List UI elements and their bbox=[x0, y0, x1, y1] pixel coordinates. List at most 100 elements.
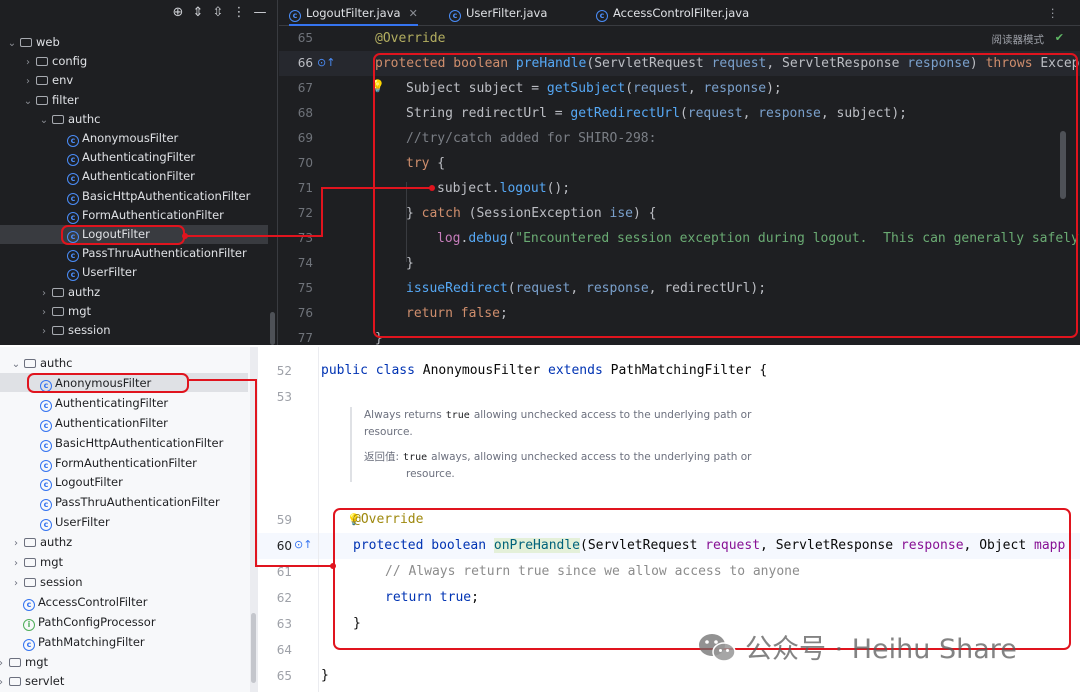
tree-item-label: PathMatchingFilter bbox=[38, 634, 145, 649]
tree-item[interactable]: c BasicHttpAuthenticationFilter bbox=[40, 434, 223, 453]
class-icon: c bbox=[67, 211, 79, 224]
tree-folder[interactable]: ⌄ web bbox=[6, 33, 60, 52]
tree-folder[interactable]: › servlet bbox=[0, 672, 64, 691]
tree-folder[interactable]: › config bbox=[22, 52, 87, 71]
class-icon: c bbox=[40, 439, 52, 452]
tree-item[interactable]: c UserFilter bbox=[67, 263, 137, 282]
tree-folder[interactable]: ⌄ filter bbox=[22, 91, 79, 110]
tree-folder[interactable]: ⌄ authc bbox=[10, 354, 73, 374]
interface-icon: i bbox=[23, 618, 35, 631]
line-number: 65 bbox=[276, 669, 292, 683]
tree-item[interactable]: c AnonymousFilter bbox=[67, 129, 178, 148]
tree-folder[interactable]: › mgt bbox=[38, 302, 91, 321]
tree-item[interactable]: c PathMatchingFilter bbox=[23, 633, 145, 652]
line-number: 77 bbox=[297, 331, 313, 345]
tree-item[interactable]: c PassThruAuthenticationFilter bbox=[40, 493, 220, 512]
line-number: 67 bbox=[297, 81, 313, 95]
tree-folder[interactable]: › authz bbox=[38, 283, 100, 302]
tab-accesscontrolfilter[interactable]: c AccessControlFilter.java bbox=[596, 0, 749, 26]
more-tabs-icon[interactable]: ⋮ bbox=[1047, 0, 1059, 26]
class-icon: c bbox=[40, 519, 52, 532]
folder-icon bbox=[52, 306, 64, 316]
line-number: 63 bbox=[276, 617, 292, 631]
tree-item[interactable]: c UserFilter bbox=[40, 513, 110, 532]
chevron-down-icon[interactable]: ⌄ bbox=[22, 92, 34, 111]
class-icon: c bbox=[40, 499, 52, 512]
tree-item-label: FormAuthenticationFilter bbox=[82, 207, 224, 222]
folder-icon bbox=[9, 657, 21, 667]
highlight-box-logoutfilter bbox=[61, 225, 185, 245]
tree-scrollbar[interactable] bbox=[270, 312, 275, 345]
chevron-right-icon[interactable]: › bbox=[0, 673, 7, 692]
tree-folder[interactable]: › env bbox=[22, 71, 73, 90]
chevron-right-icon[interactable]: › bbox=[0, 654, 7, 673]
chevron-right-icon[interactable]: › bbox=[38, 284, 50, 303]
tree-scrollbar[interactable] bbox=[251, 613, 256, 683]
chevron-right-icon[interactable]: › bbox=[10, 574, 22, 593]
tab-logoutfilter[interactable]: c LogoutFilter.java ✕ bbox=[289, 0, 418, 26]
tree-item-label: AccessControlFilter bbox=[38, 594, 148, 609]
tree-item[interactable]: c PassThruAuthenticationFilter bbox=[67, 244, 247, 263]
tree-folder[interactable]: › mgt bbox=[0, 653, 48, 672]
tree-item[interactable]: i PathConfigProcessor bbox=[23, 613, 156, 632]
class-icon: c bbox=[67, 250, 79, 263]
collapse-all-icon[interactable]: ⇳ bbox=[210, 5, 226, 21]
line-number: 69 bbox=[297, 131, 313, 145]
options-icon[interactable]: ⋮ bbox=[231, 5, 247, 21]
tree-folder[interactable]: › session bbox=[10, 573, 83, 592]
tab-userfilter[interactable]: c UserFilter.java bbox=[449, 0, 547, 26]
divider bbox=[277, 0, 278, 345]
locate-icon[interactable]: ⊕ bbox=[170, 5, 186, 21]
tree-item-label: AuthenticationFilter bbox=[55, 415, 168, 430]
chevron-right-icon[interactable]: › bbox=[22, 53, 34, 72]
line-number: 75 bbox=[297, 281, 313, 295]
folder-icon bbox=[9, 677, 21, 687]
chevron-down-icon[interactable]: ⌄ bbox=[38, 111, 50, 130]
close-icon[interactable]: ✕ bbox=[409, 7, 418, 20]
project-tree-bottom: ⌄ authc c AnonymousFilter c AuthenticatingFil… bbox=[0, 347, 258, 692]
chevron-down-icon[interactable]: ⌄ bbox=[6, 34, 18, 53]
line-number: 73 bbox=[297, 231, 313, 245]
reader-mode-label[interactable]: 阅读器模式 bbox=[992, 32, 1045, 47]
override-gutter-icon[interactable]: ⊙↑ bbox=[317, 56, 335, 69]
class-icon: c bbox=[449, 10, 461, 22]
expand-all-icon[interactable]: ⇕ bbox=[190, 5, 206, 21]
hide-icon[interactable]: — bbox=[252, 5, 268, 21]
tree-item-label: PassThruAuthenticationFilter bbox=[82, 246, 247, 261]
chevron-right-icon[interactable]: › bbox=[38, 322, 50, 341]
tree-folder[interactable]: › authz bbox=[10, 533, 72, 552]
chevron-right-icon[interactable]: › bbox=[22, 72, 34, 91]
tree-item[interactable]: c FormAuthenticationFilter bbox=[40, 454, 197, 473]
tree-item[interactable]: c AuthenticatingFilter bbox=[40, 394, 168, 413]
line-number: 72 bbox=[297, 206, 313, 220]
tree-folder[interactable]: › session bbox=[38, 321, 111, 340]
tree-toolbar: ⊕ ⇕ ⇳ ⋮ — bbox=[0, 0, 278, 26]
chevron-right-icon[interactable]: › bbox=[10, 554, 22, 573]
tree-item[interactable]: c AccessControlFilter bbox=[23, 593, 147, 612]
tree-item[interactable]: c AuthenticationFilter bbox=[40, 414, 168, 433]
tree-folder[interactable]: › mgt bbox=[10, 553, 63, 572]
chevron-down-icon[interactable]: ⌄ bbox=[10, 355, 22, 374]
line-number: 52 bbox=[276, 364, 292, 378]
chevron-right-icon[interactable]: › bbox=[38, 303, 50, 322]
folder-icon bbox=[52, 114, 64, 124]
class-icon: c bbox=[67, 135, 79, 147]
class-icon: c bbox=[67, 154, 79, 167]
override-gutter-icon[interactable]: ⊙↑ bbox=[294, 538, 312, 551]
tree-folder[interactable]: ⌄ authc bbox=[38, 110, 101, 130]
tree-item-label: authc bbox=[40, 356, 73, 370]
highlight-box-anonymousfilter bbox=[27, 373, 189, 393]
tree-item-label: AuthenticatingFilter bbox=[55, 395, 169, 410]
class-icon: c bbox=[40, 459, 52, 472]
chevron-right-icon[interactable]: › bbox=[10, 534, 22, 553]
tree-item[interactable]: c AuthenticatingFilter bbox=[67, 148, 195, 167]
tree-item[interactable]: c FormAuthenticationFilter bbox=[67, 206, 224, 225]
tree-item[interactable]: c AuthenticationFilter bbox=[67, 167, 195, 186]
class-icon: c bbox=[40, 399, 52, 412]
tree-item-label: filter bbox=[52, 92, 79, 107]
tree-item[interactable]: c LogoutFilter bbox=[40, 473, 123, 492]
folder-icon bbox=[24, 558, 36, 567]
gutter-divider bbox=[318, 347, 319, 692]
tree-item[interactable]: c BasicHttpAuthenticationFilter bbox=[67, 187, 250, 206]
line-number: 68 bbox=[297, 106, 313, 120]
